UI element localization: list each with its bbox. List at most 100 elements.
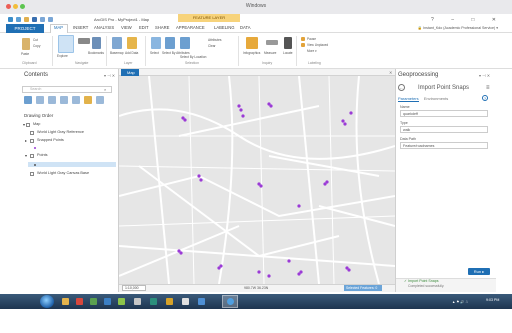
user-account[interactable]: 🔒 Instant_Kdo (Academic Professional Ser… — [418, 26, 498, 30]
explore-icon[interactable] — [58, 35, 74, 53]
param-field-name[interactable]: quarkdeff — [400, 110, 488, 117]
tab-edit[interactable]: EDIT — [139, 25, 149, 30]
snapped-point[interactable] — [299, 270, 303, 274]
add-data-icon[interactable] — [127, 37, 137, 49]
redo-icon[interactable] — [48, 17, 53, 22]
list-by-selection-icon[interactable] — [48, 96, 56, 104]
snapped-point[interactable] — [239, 108, 243, 112]
tree-item-snapped-points[interactable]: Snapped Points — [37, 138, 64, 142]
tab-map[interactable]: MAP — [54, 25, 63, 30]
expand-points-icon[interactable]: ▾ — [25, 153, 27, 158]
open-icon[interactable] — [24, 17, 29, 22]
selected-features-count[interactable]: Selected Features: 0 — [344, 285, 382, 291]
tab-view[interactable]: VIEW — [121, 25, 132, 30]
selected-legend-row[interactable] — [28, 162, 116, 167]
tree-item-map[interactable]: Map — [33, 122, 40, 126]
undo-icon[interactable] — [40, 17, 45, 22]
snapped-points-checkbox[interactable] — [30, 139, 34, 143]
snapped-point[interactable] — [267, 274, 271, 278]
tree-item-basemap[interactable]: World Light Gray Canvas Base — [37, 171, 89, 175]
map-checkbox[interactable] — [26, 123, 30, 127]
tab-environments[interactable]: Environments — [424, 96, 448, 101]
help-icon[interactable]: ? — [482, 95, 488, 101]
app-icon-8[interactable] — [198, 298, 205, 305]
tab-parameters[interactable]: Parameters — [398, 96, 419, 102]
explorer-icon[interactable] — [62, 298, 69, 305]
tree-item-points[interactable]: Points — [37, 153, 48, 157]
tab-labeling[interactable]: LABELING — [214, 25, 234, 30]
system-tray[interactable]: ▲ ⚑ 🔊 ⎍ — [452, 300, 468, 304]
tool-status-title[interactable]: ✓ Import Point Snaps — [404, 279, 439, 283]
map-canvas[interactable] — [119, 76, 395, 284]
zoom-extent-icon[interactable] — [78, 38, 90, 44]
tab-project[interactable]: PROJECT — [6, 24, 44, 33]
run-button[interactable]: Run ▸ — [468, 268, 490, 275]
back-icon[interactable]: ← — [398, 84, 405, 91]
tree-item-reference[interactable]: World Light Gray Reference — [37, 130, 84, 134]
snapped-point[interactable] — [343, 122, 347, 126]
view-unplaced-button[interactable]: View Unplaced — [307, 43, 328, 47]
copy-button[interactable]: Copy — [33, 44, 40, 48]
snapped-point[interactable] — [197, 174, 201, 178]
attributes-button[interactable]: Attributes — [208, 38, 221, 42]
window-controls[interactable]: ? – □ ✕ — [431, 17, 504, 23]
start-button[interactable] — [40, 295, 54, 308]
cut-button[interactable]: Cut — [33, 38, 38, 42]
app-icon-4[interactable] — [118, 298, 125, 305]
snapped-point[interactable] — [347, 268, 351, 272]
points-checkbox[interactable] — [30, 154, 34, 158]
app-icon-3[interactable] — [104, 298, 111, 305]
snapped-point[interactable] — [341, 119, 345, 123]
menu-icon[interactable]: ≡ — [486, 85, 490, 91]
select-by-location-icon[interactable] — [180, 37, 190, 49]
snapped-point[interactable] — [199, 178, 203, 182]
app-icon-7[interactable] — [166, 298, 173, 305]
param-field-type[interactable]: walk — [400, 126, 488, 133]
select-by-attributes-icon[interactable] — [165, 37, 175, 49]
snapped-point[interactable] — [349, 111, 353, 115]
snapped-point[interactable] — [219, 264, 223, 268]
snapped-point[interactable] — [259, 184, 263, 188]
list-by-drawing-order-icon[interactable] — [24, 96, 32, 104]
list-by-source-icon[interactable] — [36, 96, 44, 104]
tab-insert[interactable]: INSERT — [73, 25, 88, 30]
expand-snapped-icon[interactable]: ▸ — [25, 138, 27, 143]
map-close-icon[interactable]: ✕ — [389, 70, 392, 75]
app-icon-2[interactable] — [90, 298, 97, 305]
infographics-icon[interactable] — [246, 37, 258, 49]
locate-icon[interactable] — [284, 37, 292, 49]
tab-data[interactable]: DATA — [240, 25, 251, 30]
more-button[interactable]: More ▾ — [307, 49, 317, 53]
expand-map-icon[interactable]: ▾ — [23, 122, 25, 127]
snapped-point[interactable] — [183, 118, 187, 122]
pause-icon[interactable] — [301, 37, 305, 41]
snapped-point[interactable] — [257, 270, 261, 274]
snapped-point[interactable] — [241, 114, 245, 118]
clear-button[interactable]: Clear — [208, 44, 216, 48]
app-icon-6[interactable] — [150, 298, 157, 305]
view-unplaced-icon[interactable] — [301, 43, 305, 47]
basemap-layer-checkbox[interactable] — [30, 172, 34, 176]
save-icon[interactable] — [32, 17, 37, 22]
contents-pane-controls[interactable]: ▾ ⊣ ✕ — [104, 73, 115, 78]
snapped-point[interactable] — [325, 180, 329, 184]
app-icon-5[interactable] — [134, 298, 141, 305]
reference-layer-checkbox[interactable] — [30, 131, 34, 135]
tab-share[interactable]: SHARE — [155, 25, 169, 30]
select-icon[interactable] — [151, 37, 161, 49]
geoprocessing-pane-controls[interactable]: ▾ ⊣ ✕ — [479, 73, 490, 78]
list-by-charts-icon[interactable] — [96, 96, 104, 104]
snapped-point[interactable] — [269, 104, 273, 108]
list-by-snapping-icon[interactable] — [72, 96, 80, 104]
scale-selector[interactable]: 1:10,000 — [122, 285, 146, 291]
list-by-editing-icon[interactable] — [60, 96, 68, 104]
snapped-point[interactable] — [297, 204, 301, 208]
snapped-point[interactable] — [287, 259, 291, 263]
basemap-icon[interactable] — [112, 37, 122, 49]
snapped-point[interactable] — [237, 104, 241, 108]
new-icon[interactable] — [16, 17, 21, 22]
measure-icon[interactable] — [266, 40, 278, 45]
param-field-data-path[interactable]: Feature/roadnames — [400, 142, 488, 149]
paste-icon[interactable] — [22, 38, 30, 50]
search-app-icon[interactable] — [182, 298, 189, 305]
